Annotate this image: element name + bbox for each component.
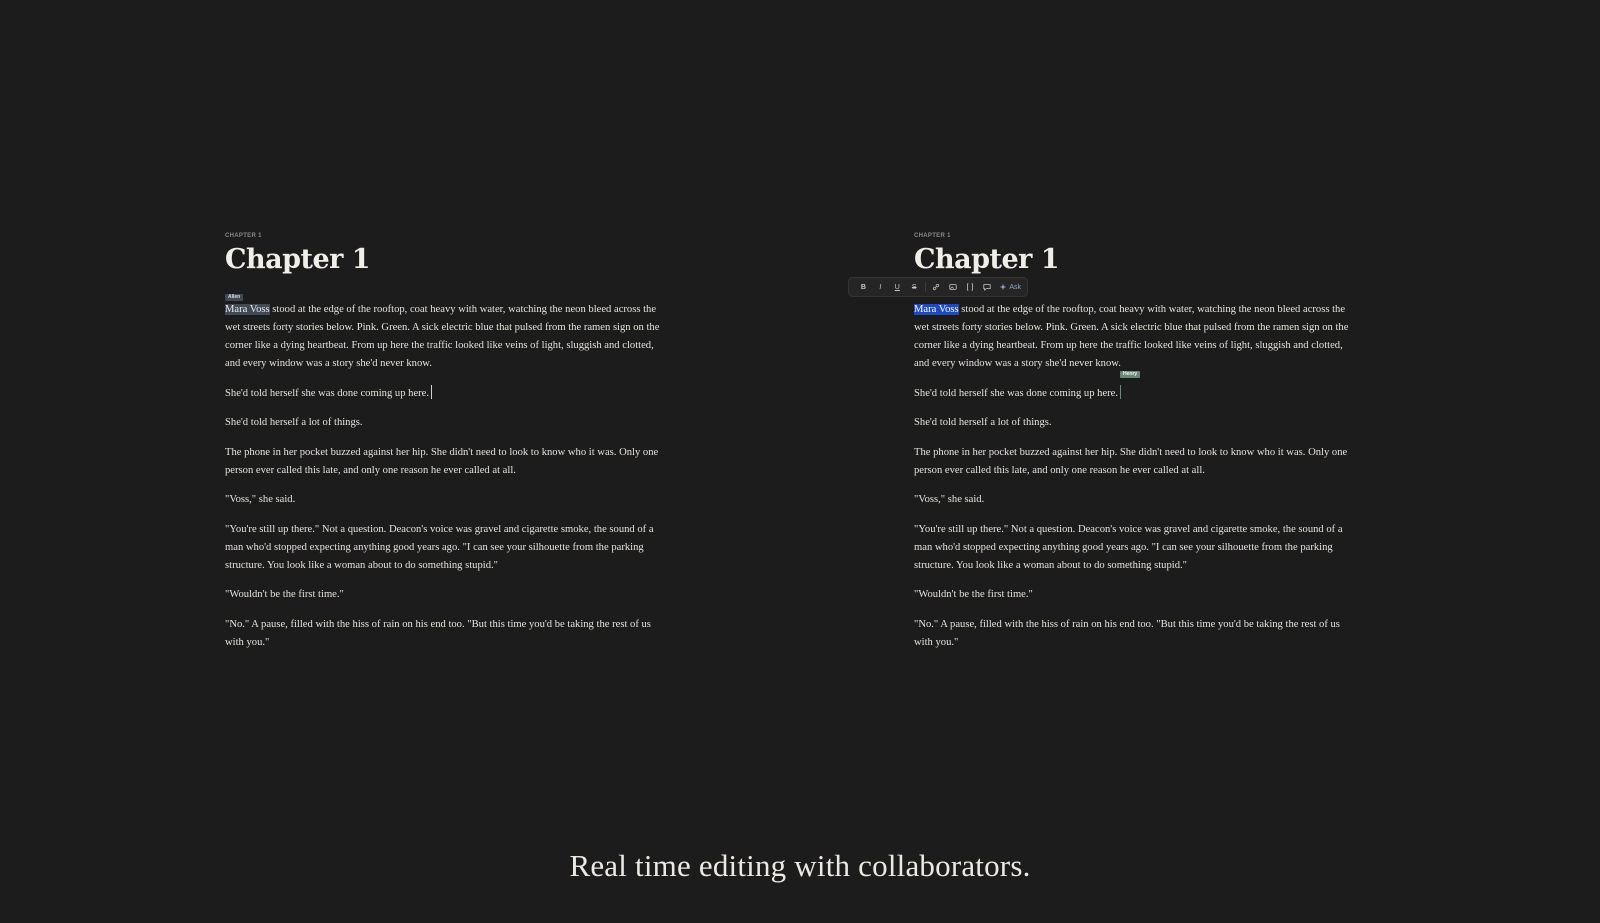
paragraph-text: She'd told herself a lot of things.	[914, 417, 1052, 428]
collaborator-tag-allen: Allen	[225, 294, 244, 301]
paragraph-text: She'd told herself a lot of things.	[225, 417, 363, 428]
collaborator-cursor: Henry	[1120, 370, 1141, 399]
paragraph-text: stood at the edge of the rooftop, coat h…	[225, 304, 660, 369]
paragraph-5[interactable]: "Voss," she said.	[914, 491, 1354, 509]
paragraph-text: "You're still up there." Not a question.…	[225, 523, 654, 571]
paragraph-2[interactable]: She'd told herself she was done coming u…	[914, 370, 1354, 403]
paragraph-text: The phone in her pocket buzzed against h…	[914, 446, 1348, 476]
underline-button[interactable]: U	[889, 280, 906, 294]
paragraph-text: "Wouldn't be the first time."	[914, 589, 1033, 600]
paragraph-text: "Voss," she said.	[914, 494, 985, 505]
chapter-title[interactable]: Chapter 1	[225, 243, 665, 277]
paragraph-text: She'd told herself she was done coming u…	[225, 387, 430, 399]
chapter-label: CHAPTER 1	[914, 233, 951, 239]
paragraph-6[interactable]: "You're still up there." Not a question.…	[225, 521, 665, 575]
chapter-label: CHAPTER 1	[225, 233, 262, 239]
caption: Real time editing with collaborators.	[569, 848, 1031, 883]
bold-button[interactable]: B	[855, 280, 872, 294]
paragraph-text: She'd told herself she was done coming u…	[914, 387, 1119, 399]
paragraph-4[interactable]: The phone in her pocket buzzed against h…	[225, 444, 665, 480]
paragraph-3[interactable]: She'd told herself a lot of things.	[225, 414, 665, 432]
text-cursor	[431, 384, 433, 399]
collaborator-highlight: Allen Mara Voss	[225, 294, 270, 315]
paragraph-text: "No." A pause, filled with the hiss of r…	[914, 618, 1340, 648]
paragraph-5[interactable]: "Voss," she said.	[225, 491, 665, 509]
paragraph-4[interactable]: The phone in her pocket buzzed against h…	[914, 444, 1354, 480]
paragraph-text: The phone in her pocket buzzed against h…	[225, 446, 659, 476]
paragraph-2[interactable]: She'd told herself she was done coming u…	[225, 384, 665, 403]
paragraph-8[interactable]: "No." A pause, filled with the hiss of r…	[914, 616, 1354, 652]
paragraph-6[interactable]: "You're still up there." Not a question.…	[914, 521, 1354, 575]
selected-text[interactable]: Mara Voss	[914, 304, 959, 315]
paragraph-text: "Voss," she said.	[225, 494, 296, 505]
collaborator-tag-henry: Henry	[1120, 370, 1141, 378]
paragraph-8[interactable]: "No." A pause, filled with the hiss of r…	[225, 616, 665, 652]
paragraph-1[interactable]: Mara Voss stood at the edge of the rooft…	[914, 301, 1354, 373]
editor-pane-left[interactable]: CHAPTER 1 Chapter 1 Allen Mara Voss stood…	[225, 232, 665, 663]
paragraph-7[interactable]: "Wouldn't be the first time."	[914, 586, 1354, 604]
editor-pane-right[interactable]: CHAPTER 1 Chapter 1 Mara Voss stood at t…	[914, 232, 1354, 663]
paragraph-1[interactable]: Allen Mara Voss stood at the edge of the …	[225, 294, 665, 373]
paragraph-text: stood at the edge of the rooftop, coat h…	[914, 304, 1349, 369]
paragraph-text: "No." A pause, filled with the hiss of r…	[225, 618, 651, 648]
chapter-title[interactable]: Chapter 1	[914, 243, 1354, 277]
paragraph-7[interactable]: "Wouldn't be the first time."	[225, 586, 665, 604]
paragraph-3[interactable]: She'd told herself a lot of things.	[914, 414, 1354, 432]
paragraph-text: "Wouldn't be the first time."	[225, 589, 344, 600]
italic-button[interactable]: I	[872, 280, 889, 294]
highlighted-name: Mara Voss	[225, 304, 270, 315]
paragraph-text: "You're still up there." Not a question.…	[914, 523, 1343, 571]
